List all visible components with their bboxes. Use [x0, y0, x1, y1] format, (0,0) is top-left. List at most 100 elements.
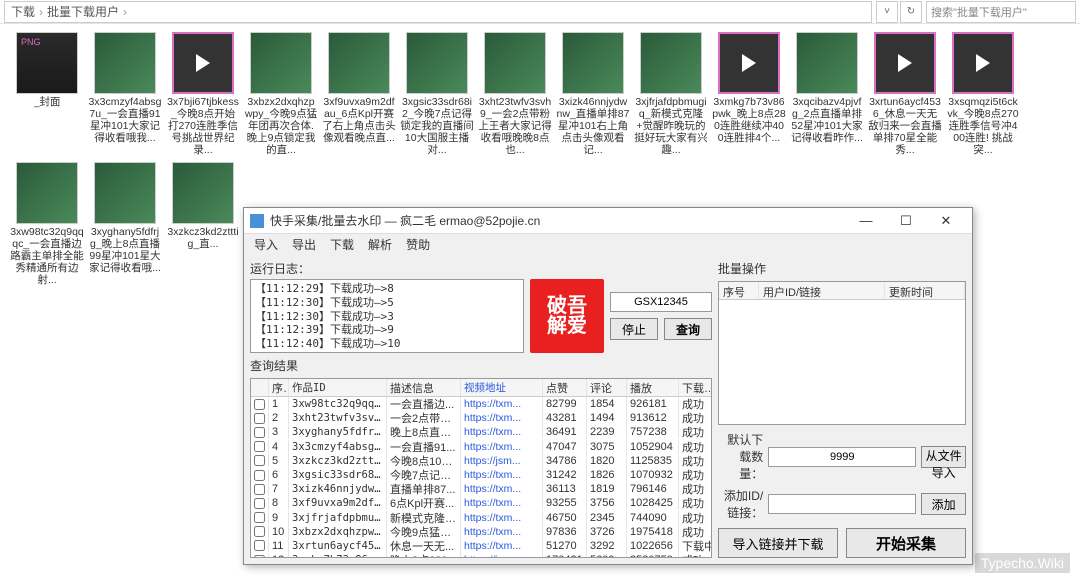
row-checkbox[interactable] — [254, 512, 265, 523]
video-thumb-icon — [952, 32, 1014, 94]
batch-grid: 序号 用户ID/链接 更新时间 — [718, 281, 966, 425]
add-id-label: 添加ID/链接： — [718, 487, 763, 521]
file-name: 3xf9uvxa9m2dfau_6点Kpl开赛了右上角点击头像观看晚点直... — [322, 96, 396, 144]
file-name: 3xsqmqzi5t6ckvk_今晚8点270连胜季信号冲400连胜! 挑战突.… — [946, 96, 1020, 156]
file-item[interactable]: 3xjfrjafdpbmugiq_新模式克隆+觉醒昨晚玩的挺好玩大家有兴趣... — [634, 32, 708, 156]
import-and-download-button[interactable]: 导入链接并下载 — [718, 528, 838, 558]
query-id-input[interactable] — [610, 292, 712, 312]
table-row[interactable]: 93xjfrjafdpbmugiq新模式克隆+...https://txm...… — [251, 511, 711, 525]
file-item[interactable]: 3xgsic33sdr68i2_今晚7点记得锁定我的直播间10大国服主播对... — [400, 32, 474, 156]
refresh-icon[interactable]: ↻ — [900, 1, 922, 23]
table-row[interactable]: 43x3cmzyf4absg7u一会直播91...https://txm...4… — [251, 440, 711, 454]
row-checkbox[interactable] — [254, 441, 265, 452]
row-checkbox[interactable] — [254, 399, 265, 410]
app-icon — [250, 214, 264, 228]
breadcrumb-sep: › — [39, 5, 43, 19]
file-item[interactable]: 3xmkg7b73v86pwk_晚上8点280连胜继续冲400连胜排4个... — [712, 32, 786, 156]
query-button[interactable]: 查询 — [664, 318, 712, 340]
minimize-button[interactable]: — — [846, 209, 886, 233]
file-name: 3x7bji67tjbkess_今晚8点开始打270连胜季信号挑战世界纪录... — [166, 96, 240, 156]
start-collect-button[interactable]: 开始采集 — [846, 528, 966, 558]
table-row[interactable]: 23xht23twfv3svh9一会2点带粉...https://txm...4… — [251, 411, 711, 425]
file-item[interactable]: 3xyghany5fdfrjg_晚上8点直播99星冲101星大家记得收看哦... — [88, 162, 162, 286]
table-row[interactable]: 73xizk46nnjydwnw直播单排87...https://txm...3… — [251, 482, 711, 496]
add-id-input[interactable] — [768, 494, 916, 514]
run-log-label: 运行日志： — [250, 260, 712, 277]
breadcrumb-dropdown-icon[interactable]: ˅ — [876, 1, 898, 23]
file-name: 3xqcibazv4pjvfg_2点直播单排52星冲101大家记得收看昨作... — [790, 96, 864, 144]
row-checkbox[interactable] — [254, 455, 265, 466]
table-row[interactable]: 103xbzx2dxqhzpwpy今晚9点猛年...https://txm...… — [251, 525, 711, 539]
table-row[interactable]: 33xyghany5fdfrjg晚上8点直播...https://txm...3… — [251, 425, 711, 439]
row-checkbox[interactable] — [254, 526, 265, 537]
row-checkbox[interactable] — [254, 427, 265, 438]
image-thumb-icon — [250, 32, 312, 94]
import-file-button[interactable]: 从文件导入 — [921, 446, 966, 468]
scraper-window: 快手采集/批量去水印 — 疯二毛 ermao@52pojie.cn — ☐ ✕ … — [243, 207, 973, 565]
file-item[interactable]: 3xf9uvxa9m2dfau_6点Kpl开赛了右上角点击头像观看晚点直... — [322, 32, 396, 156]
menu-item[interactable]: 赞助 — [406, 236, 430, 253]
run-log-box[interactable]: 【11:12:29】下载成功—>8 【11:12:30】下载成功—>5 【11:… — [250, 279, 524, 353]
table-row[interactable]: 53xzkcz3kd2ztttig今晚8点10大...https://jsm..… — [251, 454, 711, 468]
table-row[interactable]: 13xw98tc32q9qqqc一会直播边...https://txm...82… — [251, 397, 711, 411]
file-item[interactable]: 3xw98tc32q9qqqc_一会直播边路霸主单排全能秀精通所有边射... — [10, 162, 84, 286]
file-name: 3xht23twfv3svh9_一会2点带粉上王者大家记得收看哦晚晚8点也... — [478, 96, 552, 156]
video-thumb-icon — [874, 32, 936, 94]
table-row[interactable]: 63xgsic33sdr68i2今晚7点记得...https://txm...3… — [251, 468, 711, 482]
file-item[interactable]: 3x3cmzyf4absg7u_一会直播91星冲101大家记得收看哦我... — [88, 32, 162, 156]
file-name: 3x3cmzyf4absg7u_一会直播91星冲101大家记得收看哦我... — [88, 96, 162, 144]
file-item[interactable]: 3xqcibazv4pjvfg_2点直播单排52星冲101大家记得收看昨作... — [790, 32, 864, 156]
file-item[interactable]: 3x7bji67tjbkess_今晚8点开始打270连胜季信号挑战世界纪录... — [166, 32, 240, 156]
image-thumb-icon — [16, 162, 78, 224]
stop-button[interactable]: 停止 — [610, 318, 658, 340]
file-name: 3xmkg7b73v86pwk_晚上8点280连胜继续冲400连胜排4个... — [712, 96, 786, 144]
close-button[interactable]: ✕ — [926, 209, 966, 233]
menu-item[interactable]: 导入 — [254, 236, 278, 253]
image-thumb-icon — [562, 32, 624, 94]
maximize-button[interactable]: ☐ — [886, 209, 926, 233]
video-thumb-icon — [718, 32, 780, 94]
breadcrumb-sep: › — [123, 5, 127, 19]
file-item[interactable]: 3xsqmqzi5t6ckvk_今晚8点270连胜季信号冲400连胜! 挑战突.… — [946, 32, 1020, 156]
menu-item[interactable]: 下载 — [330, 236, 354, 253]
row-checkbox[interactable] — [254, 484, 265, 495]
image-thumb-icon — [172, 162, 234, 224]
image-thumb-icon — [484, 32, 546, 94]
file-item[interactable]: 3xizk46nnjydwnw_直播单排87星冲101右上角点击头像观看记... — [556, 32, 630, 156]
grid-header: 序号 作品ID 描述信息 视频地址 点赞 评论 播放 下载状态 — [251, 379, 711, 397]
row-checkbox[interactable] — [254, 498, 265, 509]
stamp-logo: 破吾 解爱 — [530, 279, 604, 353]
add-button[interactable]: 添加 — [921, 493, 966, 515]
menu-item[interactable]: 导出 — [292, 236, 316, 253]
breadcrumb-part[interactable]: 下载 — [11, 3, 35, 20]
explorer-search-input[interactable]: 搜索"批量下载用户" — [926, 1, 1076, 23]
result-label: 查询结果 — [250, 357, 712, 374]
row-checkbox[interactable] — [254, 555, 265, 557]
table-row[interactable]: 113xrtun6aycf4536休息一天无...https://txm...5… — [251, 539, 711, 553]
result-grid: 序号 作品ID 描述信息 视频地址 点赞 评论 播放 下载状态 13xw98tc… — [250, 378, 712, 558]
image-thumb-icon — [328, 32, 390, 94]
row-checkbox[interactable] — [254, 413, 265, 424]
file-name: 3xgsic33sdr68i2_今晚7点记得锁定我的直播间10大国服主播对... — [400, 96, 474, 156]
file-item[interactable]: 3xht23twfv3svh9_一会2点带粉上王者大家记得收看哦晚晚8点也... — [478, 32, 552, 156]
breadcrumb-bar: 下载 › 批量下载用户 › ˅ ↻ 搜索"批量下载用户" — [0, 0, 1080, 24]
search-placeholder: 搜索"批量下载用户" — [931, 4, 1027, 20]
file-name: 3xbzx2dxqhzpwpy_今晚9点猛年团再次合体.晚上9点锁定我的直... — [244, 96, 318, 156]
file-item[interactable]: 3xzkcz3kd2ztttig_直... — [166, 162, 240, 286]
image-thumb-icon — [94, 162, 156, 224]
table-row[interactable]: 83xf9uvxa9m2dfau6点Kpl开赛...https://txm...… — [251, 496, 711, 510]
breadcrumb-part[interactable]: 批量下载用户 — [47, 3, 119, 20]
image-thumb-icon — [94, 32, 156, 94]
breadcrumb[interactable]: 下载 › 批量下载用户 › — [4, 1, 872, 23]
row-checkbox[interactable] — [254, 540, 265, 551]
file-item[interactable]: 3xrtun6aycf4536_休息一天无敌归来一会直播单排70星全能秀... — [868, 32, 942, 156]
menu-item[interactable]: 解析 — [368, 236, 392, 253]
image-thumb-icon — [640, 32, 702, 94]
row-checkbox[interactable] — [254, 470, 265, 481]
file-item[interactable]: _封面 — [10, 32, 84, 156]
file-item[interactable]: 3xbzx2dxqhzpwpy_今晚9点猛年团再次合体.晚上9点锁定我的直... — [244, 32, 318, 156]
table-row[interactable]: 123xmkg7b73v86pwk晚上8点280...https://jsm..… — [251, 553, 711, 557]
default-count-input[interactable] — [768, 447, 916, 467]
titlebar[interactable]: 快手采集/批量去水印 — 疯二毛 ermao@52pojie.cn — ☐ ✕ — [244, 208, 972, 234]
file-name: _封面 — [34, 96, 61, 108]
